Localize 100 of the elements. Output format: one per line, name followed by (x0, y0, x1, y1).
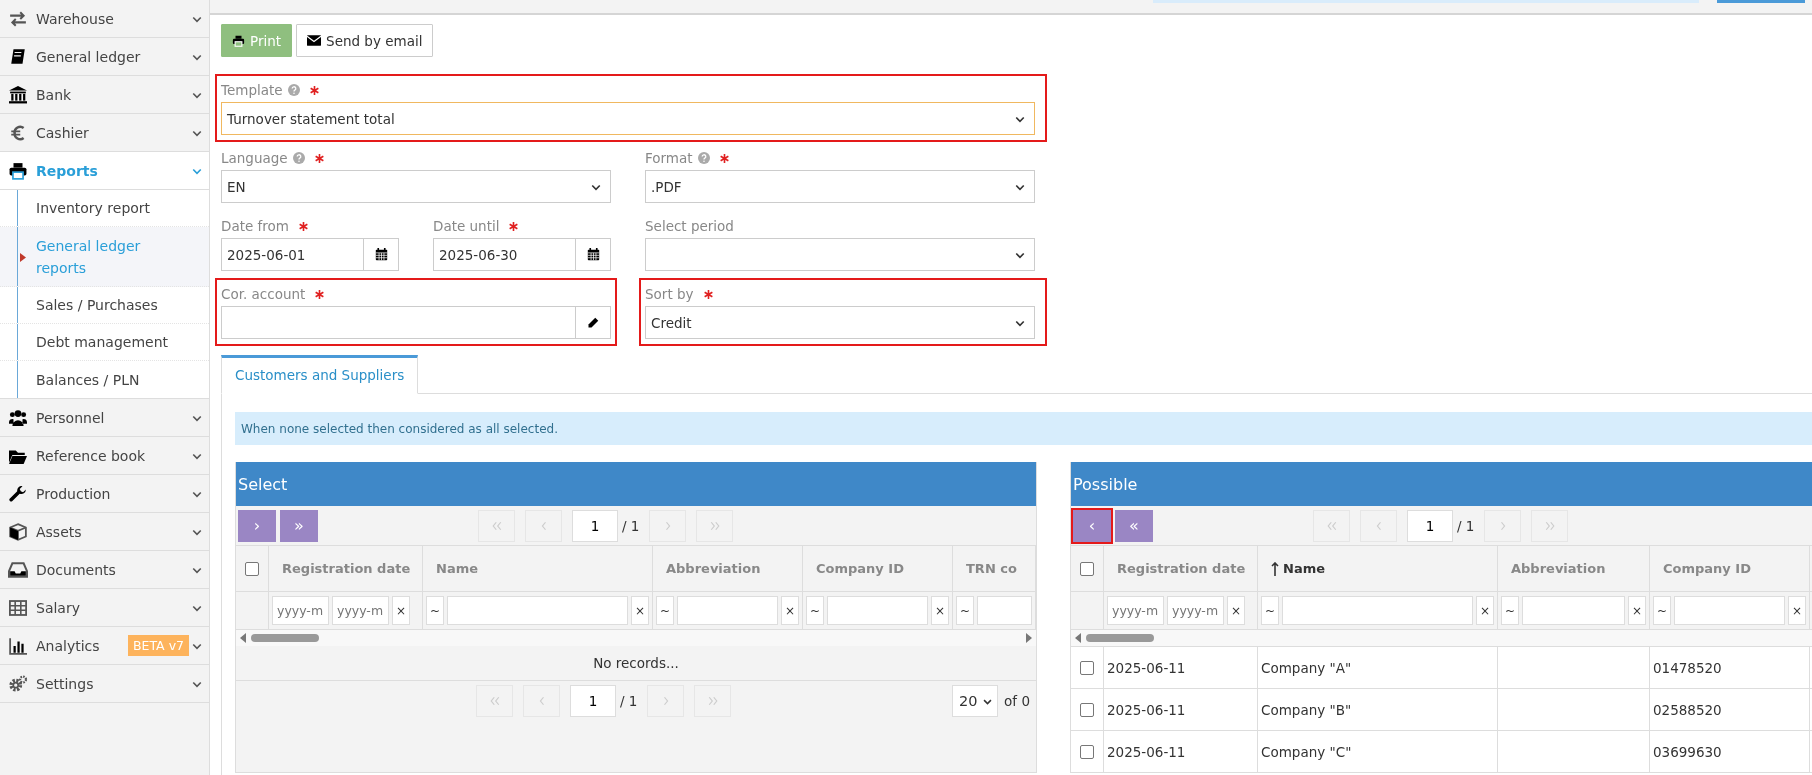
filter-field[interactable] (827, 596, 928, 625)
exchange-arrows-icon (8, 9, 28, 28)
date-field[interactable]: 2025-06-01 (221, 238, 364, 271)
filter-field[interactable] (447, 596, 628, 625)
bank-icon (8, 85, 28, 104)
checkbox[interactable] (1080, 744, 1094, 759)
checkbox[interactable] (1080, 561, 1094, 576)
clear-filter-button[interactable]: × (931, 596, 949, 625)
checkbox[interactable] (1080, 702, 1094, 717)
checkbox[interactable] (245, 561, 259, 576)
filter-operator-button[interactable]: ~ (426, 596, 444, 625)
menu-label: Salary (36, 599, 81, 616)
filter-field[interactable] (677, 596, 778, 625)
clear-filter-button[interactable]: × (781, 596, 799, 625)
menu-label: Settings (36, 675, 95, 692)
calendar-button[interactable] (576, 238, 611, 271)
clear-filter-button[interactable]: × (1628, 596, 1646, 625)
sidebar-item[interactable]: Settings (0, 665, 209, 703)
printer-icon (8, 161, 28, 180)
clear-filter-button[interactable]: × (392, 596, 410, 625)
date-filter-field[interactable]: yyyy-m (272, 596, 329, 625)
table-cell: 2025-06-11 (1107, 701, 1186, 718)
page-field[interactable]: 1 (572, 509, 618, 542)
table-cell: Company "A" (1261, 659, 1352, 676)
sidebar-item[interactable]: Bank (0, 76, 209, 114)
scrollbar-thumb[interactable] (251, 634, 319, 642)
send-email-button[interactable]: Send by email (296, 24, 434, 57)
info-message: When none selected then considered as all selected. (235, 412, 1812, 445)
submenu-item[interactable]: Inventory report (0, 190, 209, 227)
column-header[interactable]: Name (1283, 561, 1325, 576)
account-field[interactable] (221, 306, 576, 339)
clear-filter-button[interactable]: × (1227, 596, 1245, 625)
sidebar-item[interactable]: Personnel (0, 399, 209, 437)
filter-field[interactable] (1522, 596, 1625, 625)
submenu-label: Debt management (36, 333, 169, 352)
double-chevron-left-icon (1325, 519, 1338, 532)
table-cell: Company "C" (1261, 743, 1352, 760)
table-cell: 02588520 (1653, 701, 1722, 718)
sidebar-item[interactable]: Reference book (0, 437, 209, 475)
filter-operator-button[interactable]: ~ (956, 596, 974, 625)
sidebar-item[interactable]: Analytics BETA v7 (0, 627, 209, 665)
field-label: Language (221, 150, 288, 166)
horizontal-scrollbar[interactable] (236, 629, 1036, 646)
page-total: / 1 (622, 517, 640, 534)
clear-filter-button[interactable]: × (631, 596, 649, 625)
double-chevron-right-icon (1543, 519, 1556, 532)
dropdown[interactable]: Credit (645, 306, 1035, 339)
page-field[interactable]: 1 (1407, 509, 1453, 542)
menu-label: Reports (36, 162, 99, 179)
envelope-icon (307, 35, 322, 46)
filter-operator-button[interactable]: ~ (1501, 596, 1519, 625)
double-chevron-right-icon (706, 695, 719, 707)
edit-button[interactable] (576, 306, 611, 339)
sidebar-item[interactable]: Production (0, 475, 209, 513)
sidebar-item[interactable]: Warehouse (0, 0, 209, 38)
date-field[interactable]: 2025-06-30 (433, 238, 576, 271)
filter-field[interactable] (977, 596, 1032, 625)
horizontal-scrollbar[interactable] (1071, 629, 1812, 646)
filter-operator-button[interactable]: ~ (806, 596, 824, 625)
filter-operator-button[interactable]: ~ (1653, 596, 1671, 625)
submenu-item[interactable]: Sales / Purchases (0, 287, 209, 324)
record-count: of 0 (1004, 693, 1030, 709)
table-cell: 01478520 (1653, 659, 1722, 676)
sidebar-item[interactable]: Salary (0, 589, 209, 627)
submenu-label: General ledger reports (36, 236, 142, 278)
filter-operator-button[interactable]: ~ (1261, 596, 1279, 625)
date-filter-field[interactable]: yyyy-m (332, 596, 389, 625)
filter-field[interactable] (1282, 596, 1473, 625)
menu-label: Documents (36, 561, 117, 578)
dropdown[interactable]: Turnover statement total (221, 102, 1035, 135)
scrollbar-thumb[interactable] (1086, 634, 1154, 642)
page-size-dropdown[interactable]: 20 (952, 685, 999, 717)
clear-filter-button[interactable]: × (1476, 596, 1494, 625)
menu-label: Bank (36, 86, 73, 103)
scroll-right-icon (1025, 633, 1033, 643)
field-label: Cor. account (221, 286, 306, 302)
filter-operator-button[interactable]: ~ (656, 596, 674, 625)
clear-filter-button[interactable]: × (1788, 596, 1806, 625)
dropdown[interactable]: EN (221, 170, 611, 203)
double-chevron-left-icon (488, 695, 501, 707)
sidebar-item[interactable]: Assets (0, 513, 209, 551)
calendar-icon (586, 248, 600, 261)
submenu-label: Inventory report (36, 199, 152, 218)
filter-field[interactable] (1674, 596, 1785, 625)
date-filter-field[interactable]: yyyy-m (1167, 596, 1224, 625)
calendar-button[interactable] (364, 238, 399, 271)
sidebar-item[interactable]: Documents (0, 551, 209, 589)
dropdown[interactable]: .PDF (645, 170, 1035, 203)
wrench-icon (8, 484, 28, 503)
sidebar-item[interactable]: General ledger (0, 38, 209, 76)
gears-icon (8, 674, 28, 693)
top-bar-button[interactable] (1717, 0, 1805, 3)
tab[interactable]: Customers and Suppliers (221, 355, 419, 394)
page-field[interactable]: 1 (570, 685, 616, 717)
submenu-item[interactable]: Debt management (0, 324, 209, 361)
checkbox[interactable] (1080, 660, 1094, 675)
date-filter-field[interactable]: yyyy-m (1107, 596, 1164, 625)
book-icon (8, 47, 28, 66)
dropdown[interactable] (645, 238, 1035, 271)
scroll-left-icon (1074, 633, 1082, 643)
